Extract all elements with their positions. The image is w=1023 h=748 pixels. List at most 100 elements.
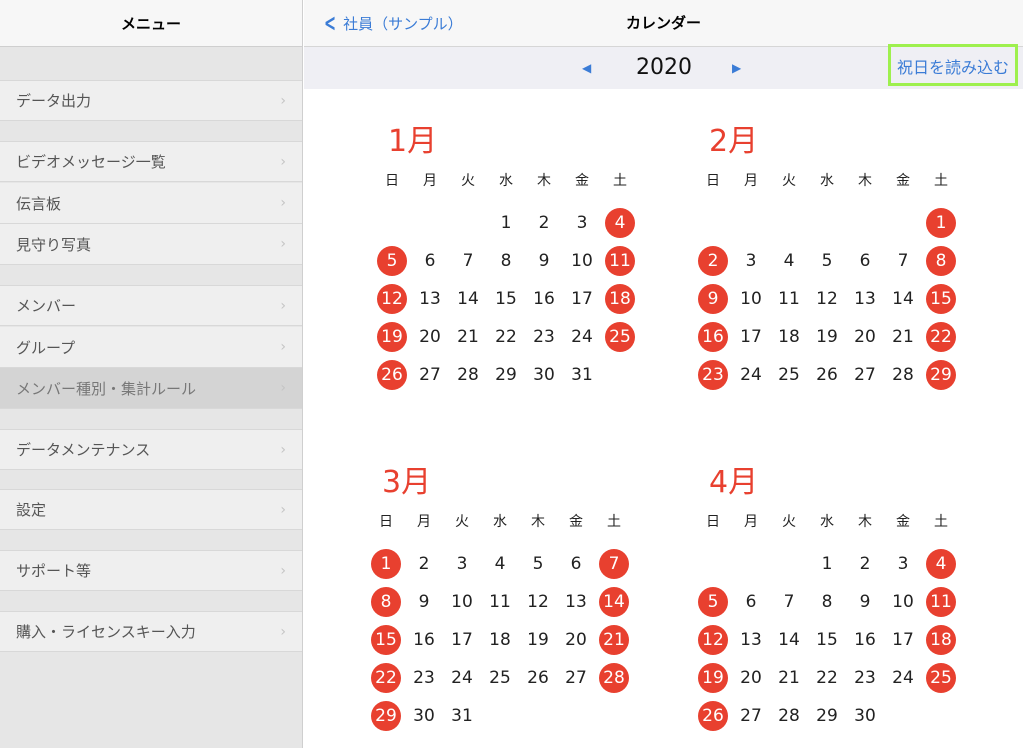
- day-cell[interactable]: 7: [770, 583, 808, 621]
- day-cell[interactable]: 6: [732, 583, 770, 621]
- day-cell[interactable]: 16: [525, 280, 563, 318]
- holiday-day-cell[interactable]: 19: [373, 318, 411, 356]
- day-cell[interactable]: 5: [519, 545, 557, 583]
- holiday-day-cell[interactable]: 1: [922, 204, 960, 242]
- day-cell[interactable]: 18: [481, 621, 519, 659]
- holiday-day-cell[interactable]: 18: [601, 280, 639, 318]
- holiday-day-cell[interactable]: 12: [373, 280, 411, 318]
- day-cell[interactable]: 27: [557, 659, 595, 697]
- day-cell[interactable]: 2: [405, 545, 443, 583]
- day-cell[interactable]: 28: [884, 356, 922, 394]
- day-cell[interactable]: 14: [770, 621, 808, 659]
- day-cell[interactable]: 5: [808, 242, 846, 280]
- holiday-day-cell[interactable]: 5: [373, 242, 411, 280]
- next-year-icon[interactable]: ▶: [732, 47, 741, 89]
- holiday-day-cell[interactable]: 4: [922, 545, 960, 583]
- sidebar-item-settings[interactable]: 設定 ›: [0, 489, 302, 530]
- day-cell[interactable]: 3: [884, 545, 922, 583]
- day-cell[interactable]: 13: [846, 280, 884, 318]
- sidebar-item-watch-photos[interactable]: 見守り写真 ›: [0, 224, 302, 265]
- sidebar-item-data-maintenance[interactable]: データメンテナンス ›: [0, 429, 302, 470]
- day-cell[interactable]: 29: [808, 697, 846, 735]
- holiday-day-cell[interactable]: 8: [367, 583, 405, 621]
- day-cell[interactable]: 8: [808, 583, 846, 621]
- holiday-day-cell[interactable]: 16: [694, 318, 732, 356]
- day-cell[interactable]: 30: [525, 356, 563, 394]
- day-cell[interactable]: 30: [405, 697, 443, 735]
- day-cell[interactable]: 3: [443, 545, 481, 583]
- holiday-day-cell[interactable]: 14: [595, 583, 633, 621]
- day-cell[interactable]: 23: [846, 659, 884, 697]
- load-holidays-button[interactable]: 祝日を読み込む: [887, 44, 1018, 86]
- sidebar-item-video-messages[interactable]: ビデオメッセージ一覧 ›: [0, 141, 302, 182]
- day-cell[interactable]: 2: [846, 545, 884, 583]
- day-cell[interactable]: 20: [732, 659, 770, 697]
- day-cell[interactable]: 28: [770, 697, 808, 735]
- sidebar-item-members[interactable]: メンバー ›: [0, 285, 302, 326]
- day-cell[interactable]: 19: [519, 621, 557, 659]
- sidebar-item-message-board[interactable]: 伝言板 ›: [0, 183, 302, 224]
- day-cell[interactable]: 20: [846, 318, 884, 356]
- day-cell[interactable]: 7: [884, 242, 922, 280]
- day-cell[interactable]: 23: [405, 659, 443, 697]
- day-cell[interactable]: 2: [525, 204, 563, 242]
- day-cell[interactable]: 13: [557, 583, 595, 621]
- day-cell[interactable]: 3: [563, 204, 601, 242]
- day-cell[interactable]: 31: [563, 356, 601, 394]
- day-cell[interactable]: 21: [770, 659, 808, 697]
- day-cell[interactable]: 13: [732, 621, 770, 659]
- day-cell[interactable]: 6: [557, 545, 595, 583]
- day-cell[interactable]: 24: [443, 659, 481, 697]
- day-cell[interactable]: 6: [411, 242, 449, 280]
- day-cell[interactable]: 9: [846, 583, 884, 621]
- day-cell[interactable]: 20: [557, 621, 595, 659]
- holiday-day-cell[interactable]: 18: [922, 621, 960, 659]
- holiday-day-cell[interactable]: 29: [367, 697, 405, 735]
- holiday-day-cell[interactable]: 25: [922, 659, 960, 697]
- day-cell[interactable]: 11: [481, 583, 519, 621]
- holiday-day-cell[interactable]: 12: [694, 621, 732, 659]
- holiday-day-cell[interactable]: 26: [694, 697, 732, 735]
- sidebar-item-member-types[interactable]: メンバー種別・集計ルール ›: [0, 368, 302, 409]
- previous-year-icon[interactable]: ◀: [582, 47, 591, 89]
- holiday-day-cell[interactable]: 22: [367, 659, 405, 697]
- day-cell[interactable]: 17: [884, 621, 922, 659]
- back-button[interactable]: < 社員（サンプル）: [320, 0, 463, 46]
- day-cell[interactable]: 14: [449, 280, 487, 318]
- day-cell[interactable]: 31: [443, 697, 481, 735]
- day-cell[interactable]: 10: [884, 583, 922, 621]
- day-cell[interactable]: 15: [487, 280, 525, 318]
- day-cell[interactable]: 9: [405, 583, 443, 621]
- holiday-day-cell[interactable]: 19: [694, 659, 732, 697]
- day-cell[interactable]: 11: [770, 280, 808, 318]
- day-cell[interactable]: 22: [808, 659, 846, 697]
- holiday-day-cell[interactable]: 9: [694, 280, 732, 318]
- day-cell[interactable]: 10: [563, 242, 601, 280]
- day-cell[interactable]: 24: [563, 318, 601, 356]
- day-cell[interactable]: 24: [732, 356, 770, 394]
- day-cell[interactable]: 8: [487, 242, 525, 280]
- holiday-day-cell[interactable]: 21: [595, 621, 633, 659]
- holiday-day-cell[interactable]: 28: [595, 659, 633, 697]
- day-cell[interactable]: 17: [732, 318, 770, 356]
- holiday-day-cell[interactable]: 22: [922, 318, 960, 356]
- day-cell[interactable]: 24: [884, 659, 922, 697]
- day-cell[interactable]: 9: [525, 242, 563, 280]
- day-cell[interactable]: 14: [884, 280, 922, 318]
- day-cell[interactable]: 21: [449, 318, 487, 356]
- holiday-day-cell[interactable]: 26: [373, 356, 411, 394]
- holiday-day-cell[interactable]: 2: [694, 242, 732, 280]
- sidebar-item-groups[interactable]: グループ ›: [0, 327, 302, 368]
- holiday-day-cell[interactable]: 1: [367, 545, 405, 583]
- holiday-day-cell[interactable]: 11: [922, 583, 960, 621]
- day-cell[interactable]: 4: [770, 242, 808, 280]
- day-cell[interactable]: 26: [808, 356, 846, 394]
- day-cell[interactable]: 18: [770, 318, 808, 356]
- day-cell[interactable]: 30: [846, 697, 884, 735]
- holiday-day-cell[interactable]: 15: [367, 621, 405, 659]
- day-cell[interactable]: 15: [808, 621, 846, 659]
- holiday-day-cell[interactable]: 29: [922, 356, 960, 394]
- day-cell[interactable]: 1: [808, 545, 846, 583]
- day-cell[interactable]: 27: [732, 697, 770, 735]
- holiday-day-cell[interactable]: 11: [601, 242, 639, 280]
